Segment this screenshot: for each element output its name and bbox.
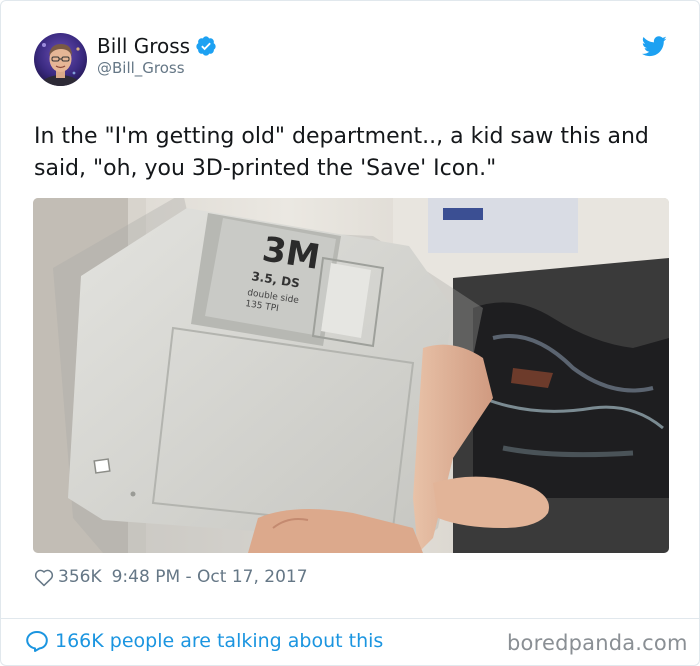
tweet-card: Bill Gross @Bill_Gross In the "I'm getti… (0, 0, 700, 666)
floppy-disk-photo: 3M 3.5, DS double side 135 TPI (33, 198, 669, 553)
tweet-timestamp[interactable]: 9:48 PM - Oct 17, 2017 (112, 567, 308, 587)
display-name[interactable]: Bill Gross (97, 34, 190, 58)
conversation-link[interactable]: 166K people are talking about this (25, 630, 383, 652)
speech-bubble-icon (26, 631, 48, 652)
avatar[interactable] (34, 33, 87, 86)
tweet-photo[interactable]: 3M 3.5, DS double side 135 TPI (33, 198, 669, 553)
twitter-bird-icon[interactable] (642, 36, 667, 57)
divider (1, 618, 699, 619)
author-row[interactable]: Bill Gross (97, 34, 217, 58)
user-handle[interactable]: @Bill_Gross (97, 59, 185, 77)
watermark: boredpanda.com (507, 631, 688, 655)
tweet-meta: 356K 9:48 PM - Oct 17, 2017 (34, 567, 308, 587)
verified-badge-icon (196, 36, 216, 56)
like-count[interactable]: 356K (58, 567, 102, 587)
tweet-text: In the "I'm getting old" department.., a… (34, 124, 649, 181)
avatar-photo-icon (34, 33, 87, 86)
conversation-count-text[interactable]: 166K people are talking about this (55, 630, 383, 652)
heart-icon[interactable] (34, 568, 54, 587)
